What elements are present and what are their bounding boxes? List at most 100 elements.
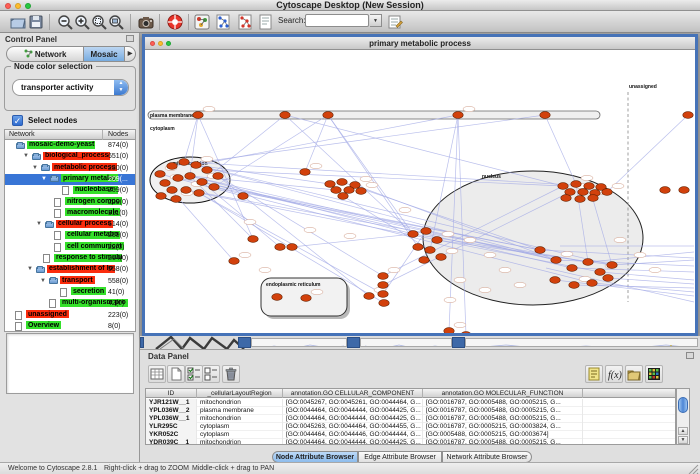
- network-node[interactable]: [679, 187, 689, 194]
- tree-column-nodes[interactable]: Nodes: [104, 130, 136, 140]
- network-node[interactable]: [602, 189, 612, 196]
- show-table-icon[interactable]: [148, 365, 166, 383]
- network-node[interactable]: [167, 163, 177, 170]
- network-node[interactable]: [432, 237, 442, 244]
- tree-row[interactable]: ▼transport558(0): [5, 276, 135, 287]
- search-options-icon[interactable]: [386, 13, 404, 31]
- cell-region[interactable]: cytoplasm: [197, 423, 283, 431]
- network-node[interactable]: [378, 282, 388, 289]
- attribute-legend-icon[interactable]: [585, 365, 603, 383]
- cell-region[interactable]: cytoplasm: [197, 431, 283, 439]
- unselect-attributes-icon[interactable]: [202, 365, 220, 383]
- search-input[interactable]: [305, 14, 369, 27]
- network-node[interactable]: [185, 173, 195, 180]
- expander-icon[interactable]: ▼: [41, 176, 47, 182]
- search-dropdown-button[interactable]: ▼: [370, 14, 382, 27]
- table-row[interactable]: YLR295Ccytoplasm[GO:0045263, GO:0044464,…: [146, 423, 676, 431]
- tree-row[interactable]: cellular metabo209(0): [5, 230, 135, 241]
- cell-molecular-function[interactable]: [GO:0016787, GO:0005488, GO:0005215, G..…: [423, 415, 583, 423]
- table-column-header[interactable]: ID: [146, 389, 197, 398]
- select-attributes-icon[interactable]: [185, 365, 203, 383]
- cell-id[interactable]: YPL036W__2: [146, 407, 197, 415]
- window-fragment[interactable]: [251, 338, 347, 347]
- network-node[interactable]: [421, 228, 431, 235]
- network-view-window[interactable]: primary metabolic process plasma membran…: [142, 34, 698, 336]
- network-node[interactable]: [325, 181, 335, 188]
- tree-row[interactable]: ▼biological_process651(0): [5, 151, 135, 162]
- cell-cellular-component[interactable]: [GO:0045267, GO:0045261, GO:0044464, G..…: [283, 399, 423, 407]
- cell-cellular-component[interactable]: [GO:0044464, GO:0044444, GO:0044425, G..…: [283, 415, 423, 423]
- expander-icon[interactable]: ▼: [36, 221, 42, 227]
- network-node[interactable]: [331, 187, 341, 194]
- node-color-dropdown[interactable]: transporter activity ▲▼: [12, 79, 129, 96]
- network-node[interactable]: [453, 112, 463, 119]
- cell-molecular-function[interactable]: [GO:0016787, GO:0005215, GO:0003824, G..…: [423, 423, 583, 431]
- save-session-icon[interactable]: [27, 13, 45, 31]
- network-node[interactable]: [571, 181, 581, 188]
- delete-attribute-icon[interactable]: [222, 365, 240, 383]
- zoom-fit-icon[interactable]: [107, 13, 125, 31]
- matrix-icon[interactable]: [645, 365, 663, 383]
- network-node[interactable]: [356, 188, 366, 195]
- window-fragment[interactable]: [465, 338, 698, 347]
- network-node[interactable]: [569, 282, 579, 289]
- cell-id[interactable]: YPL036W__1: [146, 415, 197, 423]
- table-row[interactable]: YDR039C__1mitochondrion[GO:0044464, GO:0…: [146, 439, 676, 445]
- cell-molecular-function[interactable]: [GO:0016787, GO:0005488, GO:0005215, G..…: [423, 399, 583, 407]
- network-canvas[interactable]: plasma membranecytoplasmmitochondrionnuc…: [145, 50, 695, 333]
- snapshot-camera-icon[interactable]: [137, 13, 155, 31]
- tree-row[interactable]: ▼establishment of lo558(0): [5, 264, 135, 275]
- float-panel-icon[interactable]: [126, 35, 134, 42]
- network-node[interactable]: [213, 173, 223, 180]
- network-node[interactable]: [378, 273, 388, 280]
- cell-id[interactable]: YDR039C__1: [146, 439, 197, 445]
- network-node[interactable]: [408, 231, 418, 238]
- cell-region[interactable]: mitochondrion: [197, 415, 283, 423]
- network-node[interactable]: [584, 183, 594, 190]
- network-node[interactable]: [181, 187, 191, 194]
- create-attribute-icon[interactable]: [167, 365, 185, 383]
- open-session-icon[interactable]: [9, 13, 27, 31]
- network-node[interactable]: [583, 259, 593, 266]
- float-panel-icon[interactable]: [686, 352, 694, 359]
- help-icon[interactable]: [166, 13, 184, 31]
- network-node[interactable]: [603, 275, 613, 282]
- network-node[interactable]: [209, 184, 219, 191]
- cell-molecular-function[interactable]: [GO:0016787, GO:0005488, GO:0005215, G..…: [423, 439, 583, 445]
- network-node[interactable]: [436, 254, 446, 261]
- network-node[interactable]: [202, 167, 212, 174]
- cell-cellular-component[interactable]: [GO:0044464, GO:0044446, GO:0044444, G..…: [283, 431, 423, 439]
- network-node[interactable]: [337, 179, 347, 186]
- window-fragment[interactable]: [140, 337, 144, 348]
- window-fragment[interactable]: [452, 337, 465, 348]
- overview-icon[interactable]: [193, 13, 211, 31]
- import-attributes-icon[interactable]: [625, 365, 643, 383]
- network-node[interactable]: [587, 280, 597, 287]
- network-node[interactable]: [193, 112, 203, 119]
- tab-scroll-right-icon[interactable]: ▶: [125, 46, 136, 62]
- tree-row[interactable]: mosaic-demo-yeast874(0): [5, 140, 135, 151]
- table-row[interactable]: YPL036W__2plasma membrane[GO:0044464, GO…: [146, 407, 676, 415]
- tree-row[interactable]: nucleobase-209(0): [5, 185, 135, 196]
- cell-cellular-component[interactable]: [GO:0044464, GO:0044444, GO:0044425, G..…: [283, 407, 423, 415]
- table-row[interactable]: YPL036W__1mitochondrion[GO:0044464, GO:0…: [146, 415, 676, 423]
- table-scrollbar[interactable]: ▲ ▼: [676, 388, 690, 445]
- tree-row[interactable]: macromolecule311(0): [5, 208, 135, 219]
- network-node[interactable]: [444, 328, 454, 333]
- network-node[interactable]: [413, 244, 423, 251]
- table-column-header[interactable]: _cellularLayoutRegion: [197, 389, 283, 398]
- window-fragment[interactable]: [238, 337, 251, 348]
- cell-molecular-function[interactable]: [GO:0005488, GO:0005215, GO:0003674]: [423, 431, 583, 439]
- network-node[interactable]: [595, 269, 605, 276]
- window-fragment[interactable]: [347, 337, 360, 348]
- cell-cellular-component[interactable]: [GO:0045263, GO:0044464, GO:0044455, G..…: [283, 423, 423, 431]
- network-node[interactable]: [160, 180, 170, 187]
- function-builder-icon[interactable]: f(x): [605, 365, 623, 383]
- layout-network-blue-icon[interactable]: [213, 13, 231, 31]
- table-row[interactable]: YJR121W__1mitochondrion[GO:0045267, GO:0…: [146, 399, 676, 407]
- scrollbar-thumb[interactable]: [678, 397, 688, 413]
- network-node[interactable]: [275, 244, 285, 251]
- network-node[interactable]: [248, 236, 258, 243]
- table-column-header[interactable]: annotation.GO MOLECULAR_FUNCTION: [423, 389, 583, 398]
- table-column-header[interactable]: [583, 389, 676, 398]
